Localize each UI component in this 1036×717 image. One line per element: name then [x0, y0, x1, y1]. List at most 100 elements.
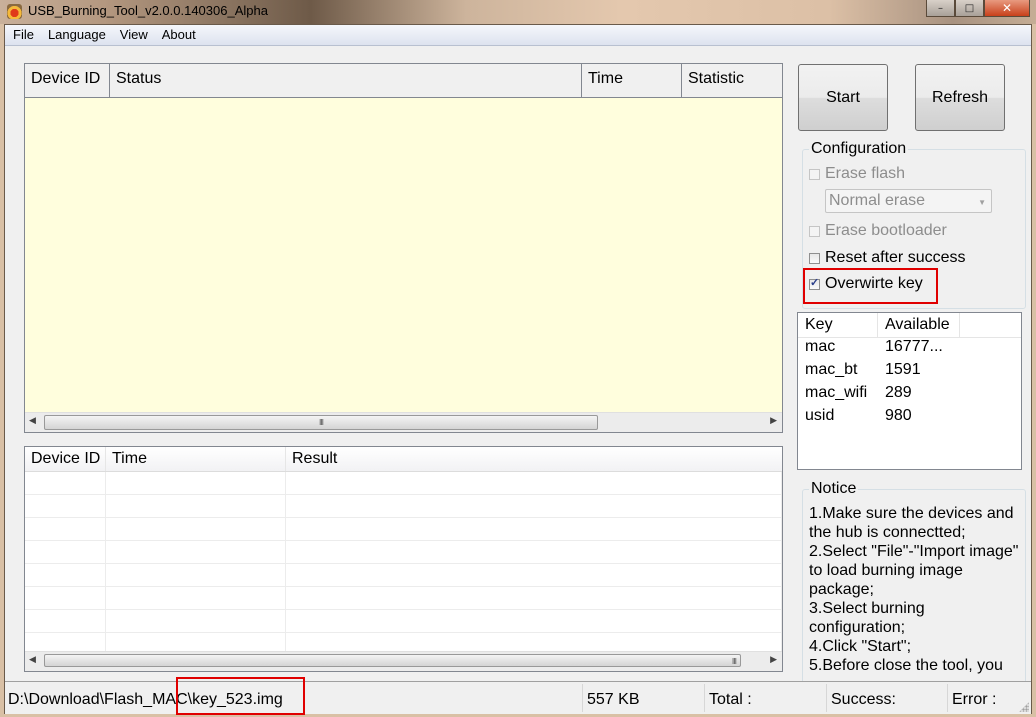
table-cell: [106, 541, 286, 563]
table-cell: [286, 564, 782, 586]
window-title: USB_Burning_Tool_v2.0.0.140306_Alpha: [28, 3, 268, 18]
menu-view[interactable]: View: [113, 25, 155, 45]
title-bar[interactable]: USB_Burning_Tool_v2.0.0.140306_Alpha – □…: [0, 0, 1036, 24]
key-row[interactable]: mac_wifi 289: [798, 384, 1021, 407]
table-cell: [106, 472, 286, 494]
notice-title: Notice: [809, 480, 859, 498]
key-available-count: 289: [885, 384, 912, 401]
resize-grip-icon[interactable]: [1019, 702, 1029, 712]
reset-after-success-label: Reset after success: [825, 249, 966, 266]
error-count: Error :: [952, 691, 997, 708]
notice-group: Notice 1.Make sure the devices and the h…: [802, 480, 1026, 689]
menu-about[interactable]: About: [155, 25, 203, 45]
column-status[interactable]: Status: [110, 64, 582, 97]
table-row[interactable]: [25, 518, 782, 541]
table-cell: [286, 472, 782, 494]
column-key[interactable]: Key: [798, 313, 878, 337]
table-cell: [106, 564, 286, 586]
maximize-button[interactable]: □: [955, 0, 984, 17]
table-cell: [25, 472, 106, 494]
erase-flash-checkbox[interactable]: [809, 168, 820, 180]
device-grid-scrollbar[interactable]: ◀ III ▶: [25, 412, 782, 432]
erase-bootloader-option[interactable]: Erase bootloader: [809, 222, 947, 240]
column-statistic[interactable]: Statistic: [682, 64, 782, 97]
close-button[interactable]: ✕: [984, 0, 1030, 17]
highlight-overwrite-key: [803, 268, 938, 304]
table-cell: [25, 564, 106, 586]
erase-bootloader-label: Erase bootloader: [825, 222, 947, 239]
window-controls: – □ ✕: [926, 0, 1030, 17]
notice-text: 1.Make sure the devices and the hub is c…: [809, 505, 1019, 674]
erase-mode-value: Normal erase: [829, 192, 926, 209]
table-cell: [106, 518, 286, 540]
key-available-count: 980: [885, 407, 912, 424]
scroll-left-icon[interactable]: ◀: [29, 655, 36, 665]
table-cell: [286, 610, 782, 632]
scroll-left-icon[interactable]: ◀: [29, 416, 36, 426]
configuration-title: Configuration: [809, 140, 909, 158]
erase-flash-option[interactable]: Erase flash: [809, 165, 905, 183]
scroll-thumb[interactable]: III: [44, 654, 741, 667]
table-cell: [25, 610, 106, 632]
status-divider: [704, 684, 705, 712]
main-window: File Language View About Device ID Statu…: [4, 24, 1032, 715]
key-available-count: 1591: [885, 361, 921, 378]
refresh-button[interactable]: Refresh: [915, 64, 1005, 131]
result-grid-scrollbar[interactable]: ◀ III ▶: [25, 651, 782, 671]
key-name: mac: [805, 338, 836, 355]
highlight-file-name: [176, 677, 305, 715]
column-device-id[interactable]: Device ID: [25, 64, 110, 97]
start-button[interactable]: Start: [798, 64, 888, 131]
table-row[interactable]: [25, 495, 782, 518]
close-icon: ✕: [1001, 1, 1013, 15]
erase-mode-select[interactable]: Normal erase ▼: [825, 189, 992, 213]
table-row[interactable]: [25, 587, 782, 610]
device-grid-body: [25, 98, 782, 413]
result-grid-header: Device ID Time Result: [25, 447, 782, 472]
status-divider: [947, 684, 948, 712]
table-row[interactable]: [25, 564, 782, 587]
result-grid[interactable]: Device ID Time Result ◀ III ▶: [24, 446, 783, 672]
table-cell: [286, 541, 782, 563]
status-divider: [826, 684, 827, 712]
menu-language[interactable]: Language: [41, 25, 113, 45]
table-row[interactable]: [25, 472, 782, 495]
minimize-button[interactable]: –: [926, 0, 955, 17]
table-cell: [106, 495, 286, 517]
key-row[interactable]: mac 16777...: [798, 338, 1021, 361]
key-list-header: Key Available: [798, 313, 1021, 338]
scroll-thumb[interactable]: III: [44, 415, 598, 430]
scroll-right-icon[interactable]: ▶: [770, 416, 777, 426]
erase-bootloader-checkbox[interactable]: [809, 225, 820, 237]
column-time[interactable]: Time: [582, 64, 682, 97]
app-icon: [7, 4, 22, 19]
key-row[interactable]: usid 980: [798, 407, 1021, 430]
scroll-right-icon[interactable]: ▶: [770, 655, 777, 665]
device-status-grid[interactable]: Device ID Status Time Statistic ◀ III ▶: [24, 63, 783, 433]
menu-bar: File Language View About: [5, 25, 1031, 46]
column-time[interactable]: Time: [106, 447, 286, 471]
menu-file[interactable]: File: [5, 25, 41, 45]
key-row[interactable]: mac_bt 1591: [798, 361, 1021, 384]
table-cell: [286, 587, 782, 609]
key-name: mac_wifi: [805, 384, 868, 401]
table-cell: [286, 518, 782, 540]
key-list[interactable]: Key Available mac 16777... mac_bt 1591 mac_w…: [797, 312, 1022, 470]
table-row[interactable]: [25, 610, 782, 633]
table-row[interactable]: [25, 541, 782, 564]
column-result[interactable]: Result: [286, 447, 782, 471]
key-name: mac_bt: [805, 361, 858, 378]
reset-after-success-option[interactable]: Reset after success: [809, 249, 966, 267]
chevron-down-icon: ▼: [978, 198, 986, 207]
table-cell: [106, 587, 286, 609]
table-cell: [106, 610, 286, 632]
device-grid-header: Device ID Status Time Statistic: [25, 64, 782, 98]
total-count: Total :: [709, 691, 752, 708]
reset-after-success-checkbox[interactable]: [809, 252, 820, 264]
key-list-rows: mac 16777... mac_bt 1591 mac_wifi 289 usid 980: [798, 338, 1021, 430]
column-device-id[interactable]: Device ID: [25, 447, 106, 471]
table-cell: [25, 541, 106, 563]
status-bar: D:\Download\Flash_MAC\key_523.img 557 KB…: [5, 681, 1031, 714]
image-size: 557 KB: [587, 691, 640, 708]
column-available[interactable]: Available: [878, 313, 960, 337]
